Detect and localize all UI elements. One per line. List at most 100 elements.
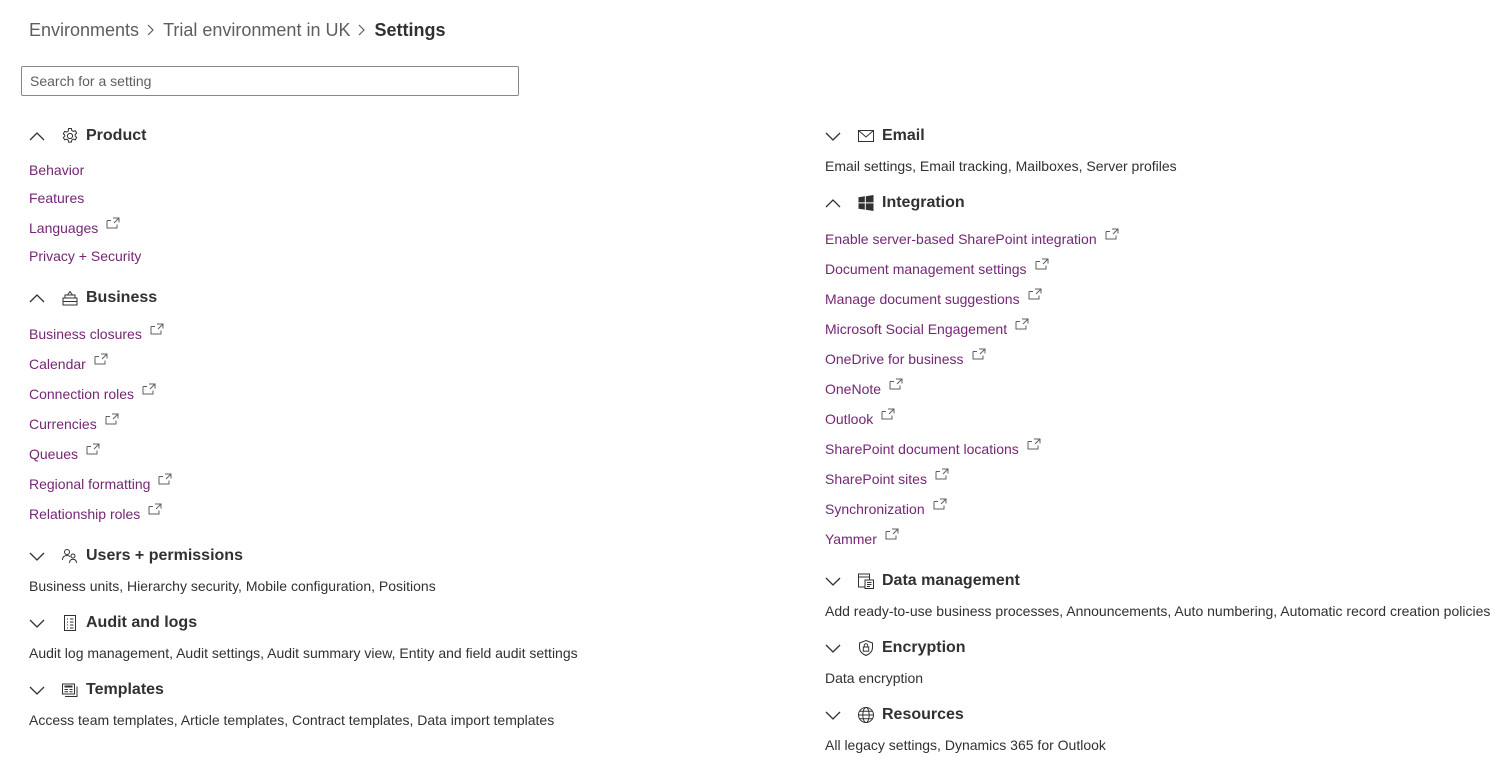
globe-icon xyxy=(858,707,874,723)
link-label: Privacy + Security xyxy=(29,248,142,264)
link-label: Features xyxy=(29,190,85,206)
gear-icon xyxy=(62,128,78,143)
external-link-icon xyxy=(933,498,947,510)
chevron-down-icon[interactable] xyxy=(28,616,46,630)
link-label: OneNote xyxy=(825,381,882,397)
external-link-icon xyxy=(86,443,100,455)
group-title-users-permissions: Users + permissions xyxy=(86,547,243,564)
chevron-up-icon[interactable] xyxy=(28,129,46,143)
link-onenote[interactable]: OneNote xyxy=(825,380,903,398)
group-title-templates: Templates xyxy=(86,681,164,698)
link-microsoft-social-engagement[interactable]: Microsoft Social Engagement xyxy=(825,320,1029,338)
windows-icon xyxy=(858,195,874,211)
group-summary-email: Email settings, Email tracking, Mailboxe… xyxy=(825,158,1177,174)
link-label: Behavior xyxy=(29,162,85,178)
link-label: Calendar xyxy=(29,356,86,372)
link-label: Languages xyxy=(29,220,99,236)
chevron-down-icon[interactable] xyxy=(28,549,46,563)
link-features[interactable]: Features xyxy=(29,189,84,207)
external-link-icon xyxy=(1105,228,1119,240)
search-input[interactable] xyxy=(22,67,518,95)
group-title-business: Business xyxy=(86,289,158,306)
link-calendar[interactable]: Calendar xyxy=(29,355,108,373)
link-label: Document management settings xyxy=(825,261,1027,277)
external-link-icon xyxy=(881,408,895,420)
people-icon xyxy=(62,549,77,564)
chevron-down-icon[interactable] xyxy=(824,641,842,655)
external-link-icon xyxy=(1028,288,1042,300)
group-summary-audit-logs: Audit log management, Audit settings, Au… xyxy=(29,645,578,661)
group-summary-users-permissions: Business units, Hierarchy security, Mobi… xyxy=(29,578,436,594)
link-privacy-security[interactable]: Privacy + Security xyxy=(29,247,141,265)
link-relationship-roles[interactable]: Relationship roles xyxy=(29,505,162,523)
chevron-right-icon xyxy=(350,17,374,43)
group-title-audit-logs: Audit and logs xyxy=(86,614,198,631)
chevron-down-icon[interactable] xyxy=(824,574,842,588)
templates-icon xyxy=(62,683,78,697)
checklist-icon xyxy=(64,615,76,631)
breadcrumb-environments[interactable]: Environments xyxy=(29,20,139,41)
link-business-closures[interactable]: Business closures xyxy=(29,325,164,343)
link-synchronization[interactable]: Synchronization xyxy=(825,500,947,518)
external-link-icon xyxy=(94,353,108,365)
external-link-icon xyxy=(158,473,172,485)
link-enable-sharepoint-integration[interactable]: Enable server-based SharePoint integrati… xyxy=(825,230,1119,248)
link-label: Microsoft Social Engagement xyxy=(825,321,1008,337)
link-sharepoint-document-locations[interactable]: SharePoint document locations xyxy=(825,440,1041,458)
external-link-icon xyxy=(935,468,949,480)
link-label: Yammer xyxy=(825,531,877,547)
link-label: Enable server-based SharePoint integrati… xyxy=(825,231,1097,247)
external-link-icon xyxy=(106,217,120,229)
link-regional-formatting[interactable]: Regional formatting xyxy=(29,475,172,493)
external-link-icon xyxy=(148,503,162,515)
chevron-right-icon xyxy=(139,17,163,43)
search-box xyxy=(21,66,519,96)
link-currencies[interactable]: Currencies xyxy=(29,415,119,433)
link-label: SharePoint document locations xyxy=(825,441,1019,457)
external-link-icon xyxy=(1035,258,1049,270)
breadcrumb-current: Settings xyxy=(374,19,446,40)
link-label: Manage document suggestions xyxy=(825,291,1020,307)
data-management-icon xyxy=(858,573,874,589)
link-behavior[interactable]: Behavior xyxy=(29,161,84,179)
chevron-up-icon[interactable] xyxy=(28,291,46,305)
chevron-down-icon[interactable] xyxy=(824,708,842,722)
link-outlook[interactable]: Outlook xyxy=(825,410,895,428)
link-connection-roles[interactable]: Connection roles xyxy=(29,385,156,403)
link-label: OneDrive for business xyxy=(825,351,964,367)
link-sharepoint-sites[interactable]: SharePoint sites xyxy=(825,470,949,488)
external-link-icon xyxy=(1027,438,1041,450)
external-link-icon xyxy=(150,323,164,335)
shield-lock-icon xyxy=(859,639,873,657)
external-link-icon xyxy=(885,528,899,540)
link-label: Regional formatting xyxy=(29,476,151,492)
link-languages[interactable]: Languages xyxy=(29,219,120,237)
external-link-icon xyxy=(1015,318,1029,330)
link-onedrive-for-business[interactable]: OneDrive for business xyxy=(825,350,986,368)
external-link-icon xyxy=(142,383,156,395)
link-label: Business closures xyxy=(29,326,142,342)
group-title-email: Email xyxy=(882,127,925,144)
mail-icon xyxy=(858,130,874,142)
link-yammer[interactable]: Yammer xyxy=(825,530,899,548)
link-manage-document-suggestions[interactable]: Manage document suggestions xyxy=(825,290,1042,308)
group-summary-resources: All legacy settings, Dynamics 365 for Ou… xyxy=(825,737,1106,753)
chevron-up-icon[interactable] xyxy=(824,196,842,210)
link-label: SharePoint sites xyxy=(825,471,927,487)
external-link-icon xyxy=(889,378,903,390)
chevron-down-icon[interactable] xyxy=(28,683,46,697)
building-icon xyxy=(62,290,78,306)
chevron-down-icon[interactable] xyxy=(824,129,842,143)
group-summary-templates: Access team templates, Article templates… xyxy=(29,712,555,728)
link-label: Connection roles xyxy=(29,386,135,402)
link-label: Synchronization xyxy=(825,501,925,517)
group-title-integration: Integration xyxy=(882,194,965,211)
group-title-data-management: Data management xyxy=(882,572,1020,589)
breadcrumb: Environments Trial environment in UK Set… xyxy=(29,17,445,43)
link-queues[interactable]: Queues xyxy=(29,445,100,463)
breadcrumb-environment[interactable]: Trial environment in UK xyxy=(163,20,350,41)
link-document-management-settings[interactable]: Document management settings xyxy=(825,260,1049,278)
link-label: Outlook xyxy=(825,411,874,427)
link-label: Queues xyxy=(29,446,79,462)
group-title-product: Product xyxy=(86,127,147,144)
